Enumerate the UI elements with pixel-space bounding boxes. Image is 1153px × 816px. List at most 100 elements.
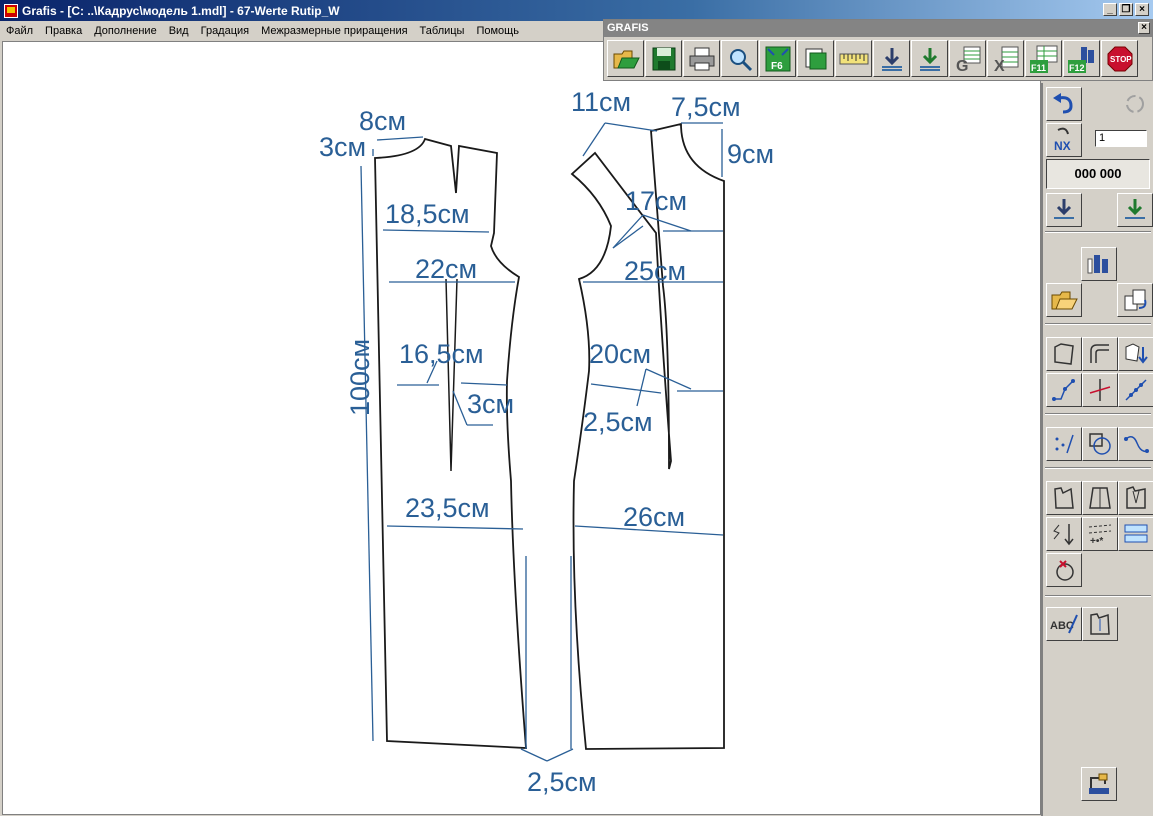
curve-button[interactable] bbox=[1118, 427, 1153, 461]
import-down-icon bbox=[881, 47, 902, 71]
menu-file[interactable]: Файл bbox=[0, 25, 39, 37]
menu-tables[interactable]: Таблицы bbox=[414, 25, 471, 37]
measure-arrow-icon bbox=[1053, 524, 1074, 546]
svg-text:F6: F6 bbox=[771, 61, 783, 72]
skirt-piece-button[interactable] bbox=[1082, 481, 1118, 515]
undo-button[interactable] bbox=[1046, 87, 1082, 121]
delete-circle-icon bbox=[1056, 560, 1074, 581]
piece-outline-button[interactable] bbox=[1046, 337, 1082, 371]
open-pattern-button[interactable] bbox=[1046, 283, 1082, 317]
tool-sidebar: NX 1 000 000 +•* ABC bbox=[1041, 83, 1153, 816]
measure-button[interactable] bbox=[835, 40, 872, 77]
shapes-button[interactable] bbox=[1082, 427, 1118, 461]
divide-line-button[interactable] bbox=[1118, 373, 1153, 407]
table-x-icon: X bbox=[994, 46, 1018, 73]
svg-text:STOP: STOP bbox=[1110, 55, 1132, 64]
perpendicular-button[interactable] bbox=[1082, 373, 1118, 407]
menu-size-increments[interactable]: Межразмерные приращения bbox=[255, 25, 413, 37]
text-edit-button[interactable]: ABC bbox=[1046, 607, 1082, 641]
figure-measure-button[interactable] bbox=[1081, 247, 1117, 281]
zoom-extents-button[interactable]: F6 bbox=[759, 40, 796, 77]
sidebar-divider bbox=[1045, 413, 1151, 415]
copy-piece-icon bbox=[1124, 289, 1147, 311]
points-button[interactable] bbox=[1046, 427, 1082, 461]
menu-grading[interactable]: Градация bbox=[195, 25, 256, 37]
svg-text:NX: NX bbox=[1054, 139, 1071, 153]
f11-table-button[interactable]: F11 bbox=[1025, 40, 1062, 77]
open-folder-button[interactable] bbox=[607, 40, 644, 77]
grafis-toolbar-panel: GRAFIS × F6 G X F11 F12 STOP bbox=[603, 19, 1153, 81]
dart-piece-button[interactable] bbox=[1118, 481, 1153, 515]
piece-transfer-icon bbox=[1125, 343, 1148, 364]
f12-figure-button[interactable]: F12 bbox=[1063, 40, 1100, 77]
label-dart-front: 2,5см bbox=[583, 407, 653, 437]
print-button[interactable] bbox=[683, 40, 720, 77]
sidebar-import-grading-button[interactable] bbox=[1117, 193, 1153, 227]
dimension-labels: 8см 3см 18,5см 22см 16,5см 3см 23,5см 10… bbox=[319, 87, 774, 797]
svg-text:F11: F11 bbox=[1031, 63, 1046, 73]
menu-view[interactable]: Вид bbox=[163, 25, 195, 37]
stop-button[interactable]: STOP bbox=[1101, 40, 1138, 77]
menu-edit[interactable]: Правка bbox=[39, 25, 88, 37]
menu-addition[interactable]: Дополнение bbox=[88, 25, 162, 37]
minimize-button[interactable]: _ bbox=[1103, 3, 1117, 16]
print-icon bbox=[689, 47, 714, 70]
back-waist-dart bbox=[445, 278, 458, 472]
point-line-icon bbox=[1052, 379, 1075, 401]
redo-disabled-icon bbox=[1126, 95, 1144, 113]
graph-g-icon: G bbox=[956, 46, 980, 73]
label-hem-ease: 2,5см bbox=[527, 767, 597, 797]
open-folder-icon bbox=[613, 50, 640, 68]
sidebar-divider bbox=[1045, 231, 1151, 233]
delete-piece-button[interactable] bbox=[1046, 553, 1082, 587]
sidebar-import-button[interactable] bbox=[1046, 193, 1082, 227]
layers-icon bbox=[805, 48, 826, 69]
annotations-button[interactable]: +•* bbox=[1082, 517, 1118, 551]
undo-arrow-icon bbox=[1053, 93, 1073, 114]
grafis-app-icon[interactable] bbox=[4, 3, 18, 18]
nx-step-input[interactable]: 1 bbox=[1095, 130, 1147, 147]
save-button[interactable] bbox=[645, 40, 682, 77]
svg-text:X: X bbox=[994, 58, 1005, 73]
copy-pattern-button[interactable] bbox=[1117, 283, 1153, 317]
measure-arrow-button[interactable] bbox=[1046, 517, 1082, 551]
piece-label-button[interactable] bbox=[1082, 607, 1118, 641]
panel-close-button[interactable]: × bbox=[1138, 22, 1150, 34]
label-chest-front: 25см bbox=[624, 256, 686, 286]
bezier-curve-icon bbox=[1124, 436, 1149, 453]
title-bar: Grafis - [C: ..\Кадрус\модель 1.mdl] - 6… bbox=[0, 0, 1153, 21]
piece-transfer-button[interactable] bbox=[1118, 337, 1153, 371]
sidebar-divider bbox=[1045, 323, 1151, 325]
point-line-button[interactable] bbox=[1046, 373, 1082, 407]
label-front-neck-width: 7,5см bbox=[671, 92, 741, 122]
offset-curve-button[interactable] bbox=[1082, 337, 1118, 371]
drawing-canvas[interactable]: 8см 3см 18,5см 22см 16,5см 3см 23,5см 10… bbox=[2, 41, 1041, 815]
text-abc-icon: ABC bbox=[1050, 614, 1078, 634]
save-disk-icon bbox=[652, 47, 675, 70]
redo-button[interactable] bbox=[1117, 87, 1153, 121]
nx-step-button[interactable]: NX bbox=[1046, 123, 1082, 157]
label-hip-back: 23,5см bbox=[405, 493, 490, 523]
f11-table-icon: F11 bbox=[1029, 45, 1057, 73]
label-front-shoulder: 11см bbox=[571, 87, 631, 117]
restore-button[interactable]: ❐ bbox=[1119, 3, 1133, 16]
zoom-magnifier-icon bbox=[729, 48, 752, 71]
close-window-button[interactable]: × bbox=[1135, 3, 1149, 16]
import-button[interactable] bbox=[873, 40, 910, 77]
panel-title: GRAFIS × bbox=[604, 20, 1152, 37]
zoom-button[interactable] bbox=[721, 40, 758, 77]
coordinate-counter: 000 000 bbox=[1046, 159, 1150, 189]
import-grading-button[interactable] bbox=[911, 40, 948, 77]
layers-button[interactable] bbox=[797, 40, 834, 77]
annotation-marks-icon: +•* bbox=[1088, 524, 1112, 547]
seam-allowance-button[interactable] bbox=[1118, 517, 1153, 551]
sidebar-divider bbox=[1045, 595, 1151, 597]
table-export-button[interactable]: X bbox=[987, 40, 1024, 77]
graph-button[interactable]: G bbox=[949, 40, 986, 77]
bodice-piece-button[interactable] bbox=[1046, 481, 1082, 515]
svg-text:F12: F12 bbox=[1069, 63, 1085, 73]
menu-help[interactable]: Помощь bbox=[470, 25, 525, 37]
square-circle-icon bbox=[1089, 433, 1111, 455]
sewing-kit-button[interactable] bbox=[1081, 767, 1117, 801]
svg-text:+•*: +•* bbox=[1090, 536, 1103, 547]
